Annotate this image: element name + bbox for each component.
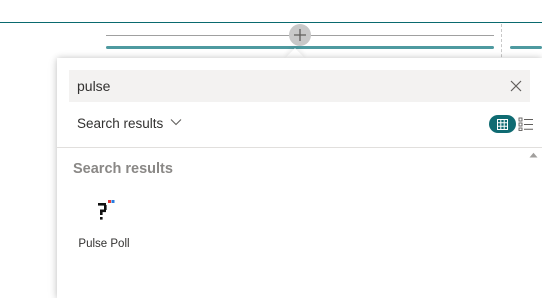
chevron-down-icon [170,119,182,126]
results-scrollbar[interactable] [525,148,542,298]
scroll-up-arrow-icon[interactable] [529,152,538,158]
results-area: Search results Pulse Poll [57,148,542,298]
canvas-top-rule [0,22,542,23]
filter-dropdown[interactable]: Search results [77,114,182,132]
column-header-bar [106,46,494,49]
result-item-label: Pulse Poll [78,238,130,250]
list-icon [518,117,533,131]
results-heading: Search results [73,161,173,177]
list-view-button[interactable] [518,116,534,132]
pulse-poll-icon [98,200,115,220]
grid-icon [497,118,508,130]
search-box [69,70,530,102]
add-webpart-button[interactable] [289,24,311,46]
result-item-pulse-poll[interactable]: Pulse Poll [71,188,137,254]
filter-label: Search results [77,115,164,131]
column-header-bar-right [510,46,542,49]
webpart-picker-panel: Search results Search results [57,58,542,298]
close-icon [510,80,522,92]
search-input[interactable] [77,70,497,102]
grid-view-button[interactable] [489,115,516,133]
plus-icon [294,29,306,41]
clear-search-button[interactable] [508,78,524,94]
